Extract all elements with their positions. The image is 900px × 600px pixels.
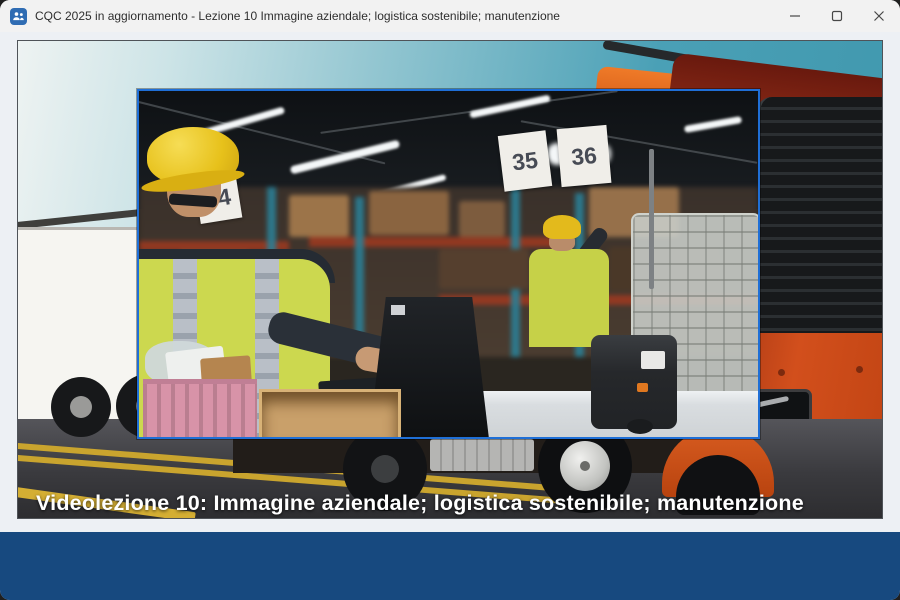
trailer-wheel <box>51 377 111 437</box>
truck-side-fairing <box>430 439 534 471</box>
close-icon[interactable] <box>858 0 900 32</box>
printer-button <box>637 383 648 392</box>
rack-placard: 35 <box>498 130 552 191</box>
printer-label <box>641 351 665 369</box>
pink-crate <box>143 379 257 439</box>
rack-pole <box>649 149 654 289</box>
monitor-sticker <box>391 305 405 315</box>
pip-video-frame[interactable]: 34 35 36 <box>137 89 760 439</box>
bumper-rivet <box>856 366 863 373</box>
computer-mouse <box>627 419 653 434</box>
open-cardboard-box <box>259 389 401 439</box>
window-title: CQC 2025 in aggiornamento - Lezione 10 I… <box>35 9 560 23</box>
rack-placard: 36 <box>557 125 612 187</box>
maximize-icon[interactable] <box>816 0 858 32</box>
bumper-rivet <box>778 369 785 376</box>
titlebar: CQC 2025 in aggiornamento - Lezione 10 I… <box>0 0 900 32</box>
content-area: 34 35 36 <box>0 32 900 532</box>
player-toolbar: 09:07 Play Pausa Stop Velocità Indietro <box>0 532 900 600</box>
video-caption: Videolezione 10: Immagine aziendale; log… <box>36 491 866 516</box>
window-controls <box>774 0 900 32</box>
app-people-icon <box>10 8 27 25</box>
app-window: CQC 2025 in aggiornamento - Lezione 10 I… <box>0 0 900 600</box>
minimize-icon[interactable] <box>774 0 816 32</box>
worker2-vest <box>529 249 609 347</box>
label-printer <box>591 335 677 429</box>
worker2-hardhat <box>543 215 581 239</box>
video-player-area[interactable]: 34 35 36 <box>17 40 883 519</box>
